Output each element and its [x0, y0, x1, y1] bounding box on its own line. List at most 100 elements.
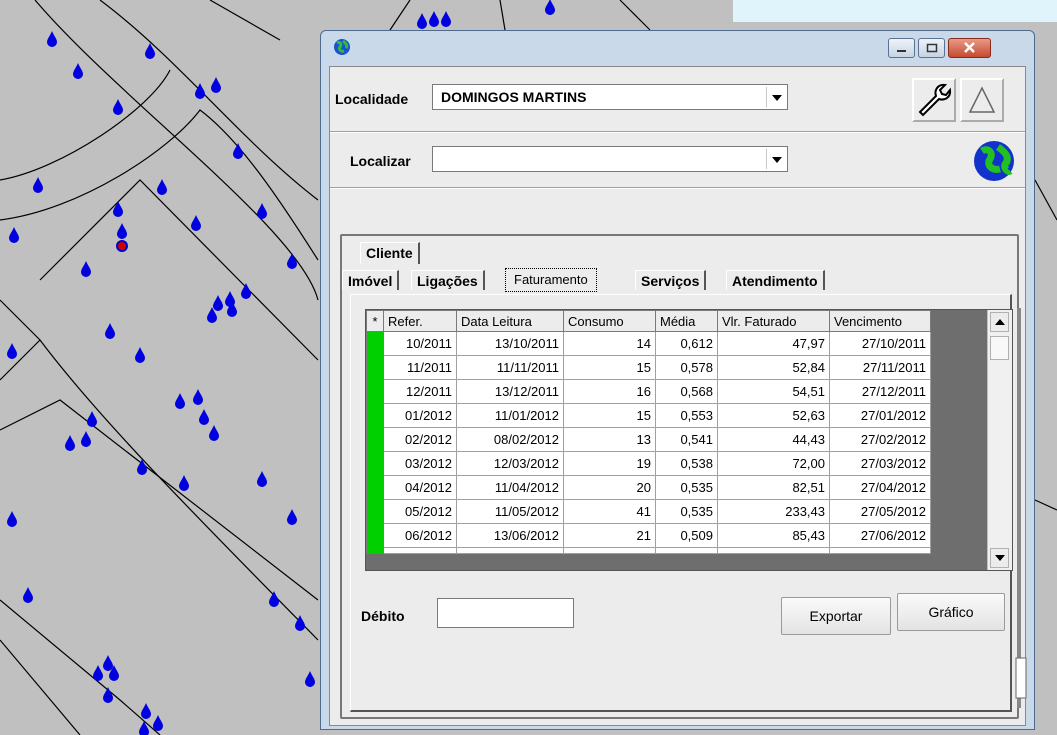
table-cell: 0,553: [655, 403, 718, 428]
table-cell: 12/03/2012: [456, 451, 564, 476]
localidade-select[interactable]: DOMINGOS MARTINS: [432, 84, 788, 110]
table-cell: 0,535: [655, 475, 718, 500]
title-bar[interactable]: [321, 31, 1034, 65]
table-cell: 27/06/2012: [829, 523, 931, 548]
billing-table[interactable]: * Refer. Data Leitura Consumo Média Vlr.…: [365, 309, 1013, 571]
water-drop-icon: [241, 283, 251, 299]
table-cell: 52,84: [717, 355, 830, 380]
table-cell: 27/04/2012: [829, 475, 931, 500]
minimize-icon: [897, 50, 906, 52]
table-cell: 16: [563, 379, 656, 404]
table-cell: 13/10/2011: [456, 331, 564, 356]
table-cell: 54,51: [717, 379, 830, 404]
water-drop-icon: [103, 687, 113, 703]
localidade-label: Localidade: [335, 91, 409, 107]
globe-button[interactable]: [972, 139, 1016, 183]
table-cell: 15: [563, 403, 656, 428]
table-cell: 01/2012: [383, 403, 457, 428]
water-drop-icon: [195, 83, 205, 99]
table-row[interactable]: 02/2012 08/02/2012 13 0,541 44,43 27/02/2012: [366, 427, 931, 452]
scroll-up-icon[interactable]: [990, 312, 1009, 332]
water-drop-icon: [441, 11, 451, 27]
maximize-button[interactable]: [918, 38, 945, 58]
table-cell: 0,612: [655, 331, 718, 356]
grafico-button[interactable]: Gráfico: [897, 593, 1005, 631]
table-row[interactable]: 05/2012 11/05/2012 41 0,535 233,43 27/05/2012: [366, 499, 931, 524]
water-drop-icon: [175, 393, 185, 409]
settings-tool-button[interactable]: [912, 78, 956, 122]
tab-cliente[interactable]: Cliente: [360, 242, 420, 264]
table-cell: 0,535: [655, 499, 718, 524]
table-cell: 82,51: [717, 475, 830, 500]
water-drop-icon: [81, 261, 91, 277]
row-status-marker: [366, 331, 384, 356]
table-row: [366, 547, 931, 554]
selected-meter-marker[interactable]: [116, 240, 128, 252]
close-icon: [964, 42, 975, 53]
tab-ligacoes[interactable]: Ligações: [411, 270, 485, 290]
table-cell: 13: [563, 427, 656, 452]
water-drop-icon: [141, 703, 151, 719]
localizar-select[interactable]: [432, 146, 788, 172]
globe-icon: [334, 39, 350, 55]
table-row[interactable]: 03/2012 12/03/2012 19 0,538 72,00 27/03/2012: [366, 451, 931, 476]
water-drop-icon: [73, 63, 83, 79]
localizar-label: Localizar: [350, 153, 411, 169]
tab-imovel[interactable]: Imóvel: [342, 270, 400, 290]
wrench-icon: [918, 83, 952, 117]
column-header[interactable]: Média: [655, 310, 718, 332]
table-cell: 47,97: [717, 331, 830, 356]
detail-panel: Cliente Imóvel Ligações Faturamento Serv…: [340, 234, 1027, 719]
vertical-scrollbar[interactable]: [987, 310, 1012, 570]
table-cell: 06/2012: [383, 523, 457, 548]
table-cell: 11/04/2012: [456, 475, 564, 500]
table-row[interactable]: 06/2012 13/06/2012 21 0,509 85,43 27/06/2012: [366, 523, 931, 548]
table-cell: 72,00: [717, 451, 830, 476]
tab-servicos[interactable]: Serviços: [635, 270, 707, 290]
faturamento-page: * Refer. Data Leitura Consumo Média Vlr.…: [350, 294, 1013, 712]
table-row[interactable]: 12/2011 13/12/2011 16 0,568 54,51 27/12/2011: [366, 379, 931, 404]
water-drop-icon: [23, 587, 33, 603]
table-row[interactable]: 10/2011 13/10/2011 14 0,612 47,97 27/10/2011: [366, 331, 931, 356]
chevron-down-icon[interactable]: [766, 149, 785, 169]
column-header[interactable]: Refer.: [383, 310, 457, 332]
table-cell: 27/12/2011: [829, 379, 931, 404]
water-drop-icon: [257, 471, 267, 487]
water-drop-icon: [191, 215, 201, 231]
column-header[interactable]: Vencimento: [829, 310, 931, 332]
column-header[interactable]: Vlr. Faturado: [717, 310, 830, 332]
table-cell: 03/2012: [383, 451, 457, 476]
table-cell: 08/02/2012: [456, 427, 564, 452]
table-header: * Refer. Data Leitura Consumo Média Vlr.…: [366, 310, 931, 332]
table-row[interactable]: 04/2012 11/04/2012 20 0,535 82,51 27/04/2012: [366, 475, 931, 500]
column-header[interactable]: *: [366, 310, 384, 332]
tab-faturamento[interactable]: Faturamento: [505, 268, 597, 292]
scroll-down-icon[interactable]: [990, 548, 1009, 568]
table-cell: 0,541: [655, 427, 718, 452]
water-drop-icon: [7, 511, 17, 527]
panel-scrollbar[interactable]: [1014, 308, 1028, 708]
table-row[interactable]: 01/2012 11/01/2012 15 0,553 52,63 27/01/2012: [366, 403, 931, 428]
table-cell: 21: [563, 523, 656, 548]
column-header[interactable]: Consumo: [563, 310, 656, 332]
tab-atendimento[interactable]: Atendimento: [726, 270, 825, 290]
debito-label: Débito: [361, 608, 405, 624]
water-drop-icon: [33, 177, 43, 193]
water-drop-icon: [153, 715, 163, 731]
table-cell: 20: [563, 475, 656, 500]
window-body: Localidade DOMINGOS MARTINS Localizar Cl…: [329, 66, 1027, 726]
water-drop-icon: [157, 179, 167, 195]
water-drop-icon: [103, 655, 113, 671]
close-button[interactable]: [948, 38, 991, 58]
scroll-thumb[interactable]: [990, 336, 1009, 360]
column-header[interactable]: Data Leitura: [456, 310, 564, 332]
table-cell: 13/12/2011: [456, 379, 564, 404]
triangle-tool-button[interactable]: [960, 78, 1004, 122]
debito-field[interactable]: [437, 598, 574, 628]
chevron-down-icon[interactable]: [766, 87, 785, 107]
water-drop-icon: [269, 591, 279, 607]
minimize-button[interactable]: [888, 38, 915, 58]
exportar-button[interactable]: Exportar: [781, 597, 891, 635]
water-drop-icon: [199, 409, 209, 425]
table-row[interactable]: 11/2011 11/11/2011 15 0,578 52,84 27/11/2011: [366, 355, 931, 380]
